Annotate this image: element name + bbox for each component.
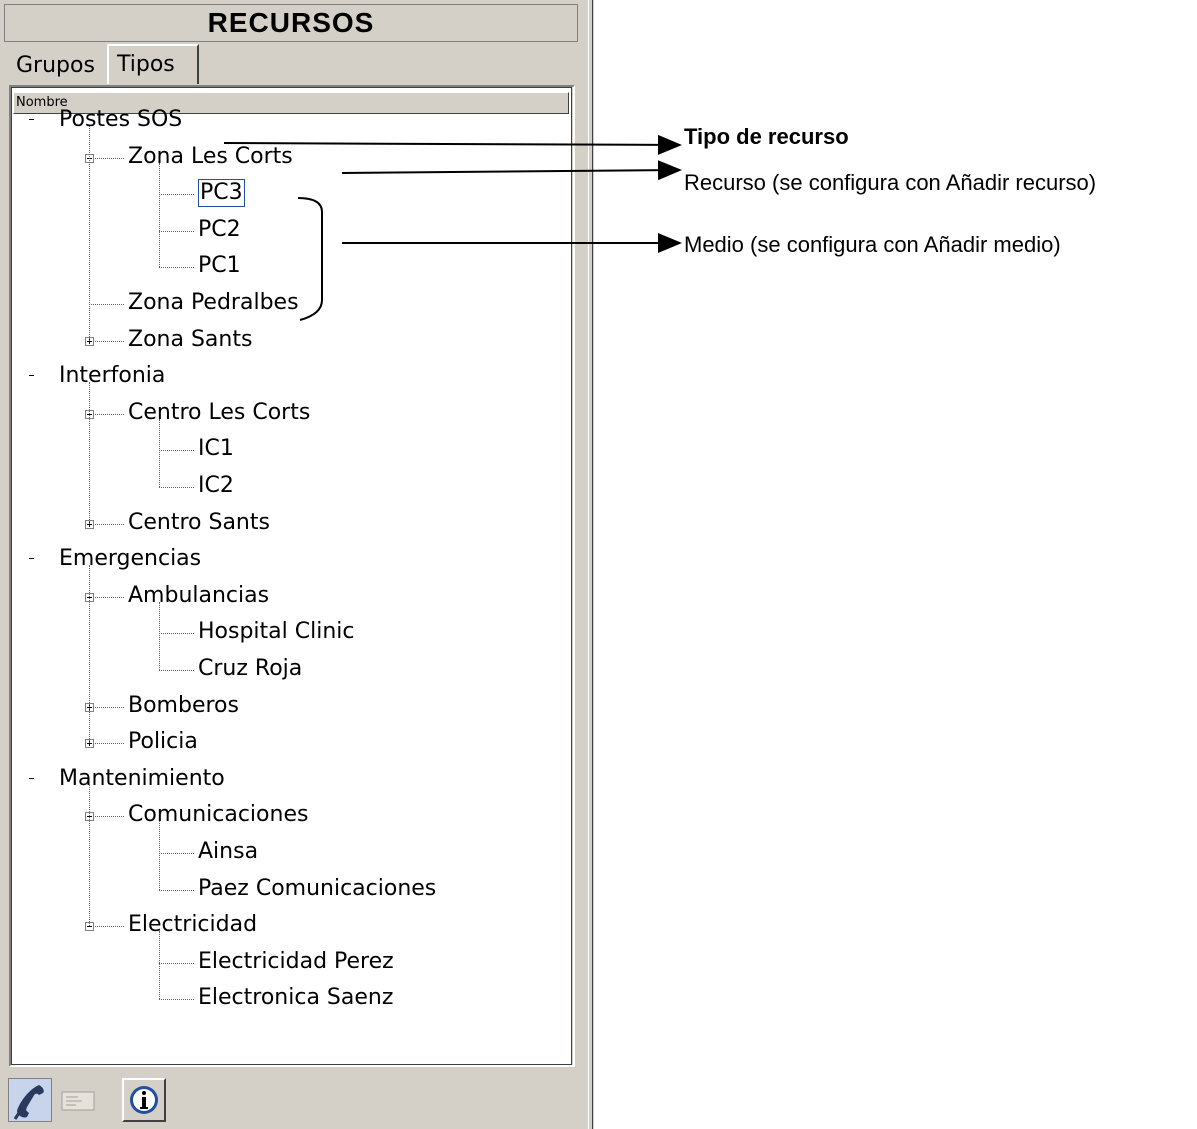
tree-connector xyxy=(159,999,194,1001)
tree-connector xyxy=(89,413,124,415)
tree-connector xyxy=(159,889,194,891)
tree-node[interactable]: Ainsa xyxy=(198,838,258,866)
tree-connector xyxy=(159,487,194,488)
tree-connector xyxy=(89,340,124,342)
tree-node[interactable]: Bomberos xyxy=(128,692,239,720)
tree-guide-line xyxy=(159,418,160,487)
phone-icon xyxy=(13,1085,44,1120)
tree-guide-line xyxy=(159,931,160,1000)
collapse-icon[interactable] xyxy=(28,774,37,784)
tree-node[interactable]: PC1 xyxy=(198,252,241,280)
tree-node[interactable]: Centro Sants xyxy=(128,509,270,537)
tree-node[interactable]: IC2 xyxy=(198,472,234,500)
tree-node[interactable]: PC2 xyxy=(198,216,241,244)
tree-node[interactable]: Policia xyxy=(128,728,198,756)
collapse-icon[interactable] xyxy=(28,116,37,125)
tree-node[interactable]: Hospital Clinic xyxy=(198,618,355,646)
tree-guide-line xyxy=(89,784,90,927)
collapse-icon[interactable] xyxy=(28,372,37,382)
tree-connector xyxy=(89,926,124,928)
tree-node[interactable]: Ambulancias xyxy=(128,582,269,610)
tree-node[interactable]: Comunicaciones xyxy=(128,801,308,829)
info-button[interactable] xyxy=(122,1078,166,1122)
tree-connector xyxy=(89,157,124,159)
tree-connector xyxy=(159,194,194,196)
tree-guide-line xyxy=(159,162,160,268)
tree-connector xyxy=(89,706,124,708)
tree-node[interactable]: Postes SOS xyxy=(59,106,182,134)
tree-connector xyxy=(159,230,194,232)
annotation-tipo-de-recurso: Tipo de recurso xyxy=(684,124,849,149)
tree-connector xyxy=(159,670,194,671)
annotation-recurso: Recurso (se configura con Añadir recurso… xyxy=(684,170,1097,195)
tree-guide-line xyxy=(159,601,160,670)
tree-guide-line xyxy=(89,126,90,341)
tree-node[interactable]: Interfonia xyxy=(59,362,165,390)
tree-node[interactable]: Mantenimiento xyxy=(59,765,225,793)
tab-grupos[interactable]: Grupos xyxy=(10,50,101,82)
panel-title: RECURSOS xyxy=(207,7,375,38)
info-icon xyxy=(130,1086,158,1114)
tree-connector xyxy=(89,304,124,305)
tree-node[interactable]: Cruz Roja xyxy=(198,655,302,683)
tree-connector xyxy=(159,267,194,269)
bottom-toolbar xyxy=(0,1072,588,1129)
resources-panel: RECURSOS Grupos Tipos Nombre Postes SOS Z… xyxy=(0,0,594,1129)
tree-connector xyxy=(89,816,124,818)
tree-guide-line xyxy=(89,382,90,524)
collapse-icon[interactable] xyxy=(28,555,37,565)
tree-node[interactable]: Electricidad xyxy=(128,911,257,939)
tree-node[interactable]: Electricidad Perez xyxy=(198,948,394,976)
card-button[interactable] xyxy=(56,1078,100,1122)
tree-node[interactable]: IC1 xyxy=(198,435,234,463)
tree-guide-line xyxy=(159,821,160,890)
tree-node[interactable]: Zona Les Corts xyxy=(128,143,293,171)
tree-node[interactable]: Zona Sants xyxy=(128,326,252,354)
tree-connector xyxy=(159,962,194,964)
annotation-medio: Medio (se configura con Añadir medio) xyxy=(684,232,1061,257)
card-icon xyxy=(61,1091,95,1111)
tree-node[interactable]: Centro Les Corts xyxy=(128,399,310,427)
tree-node[interactable]: Electronica Saenz xyxy=(198,984,393,1012)
tree-view[interactable]: Nombre Postes SOS Zona Les Corts PC3 PC2 PC1… xyxy=(11,87,572,1065)
tab-tipos[interactable]: Tipos xyxy=(107,44,199,84)
tree-node[interactable]: Emergencias xyxy=(59,545,201,573)
tree-node[interactable]: Zona Pedralbes xyxy=(128,289,299,317)
tree-node[interactable]: PC3 xyxy=(198,179,245,208)
tree-connector xyxy=(159,853,194,854)
tree-connector xyxy=(89,596,124,598)
tree-node[interactable]: Paez Comunicaciones xyxy=(198,875,436,903)
panel-splitter[interactable] xyxy=(588,0,593,1129)
tree-connector xyxy=(159,633,194,635)
tree-connector xyxy=(159,450,194,452)
phone-button[interactable] xyxy=(8,1078,52,1122)
tree-guide-line xyxy=(89,565,90,744)
tree-connector xyxy=(89,523,124,525)
panel-title-bar: RECURSOS xyxy=(4,4,578,42)
tree-connector xyxy=(89,743,124,745)
